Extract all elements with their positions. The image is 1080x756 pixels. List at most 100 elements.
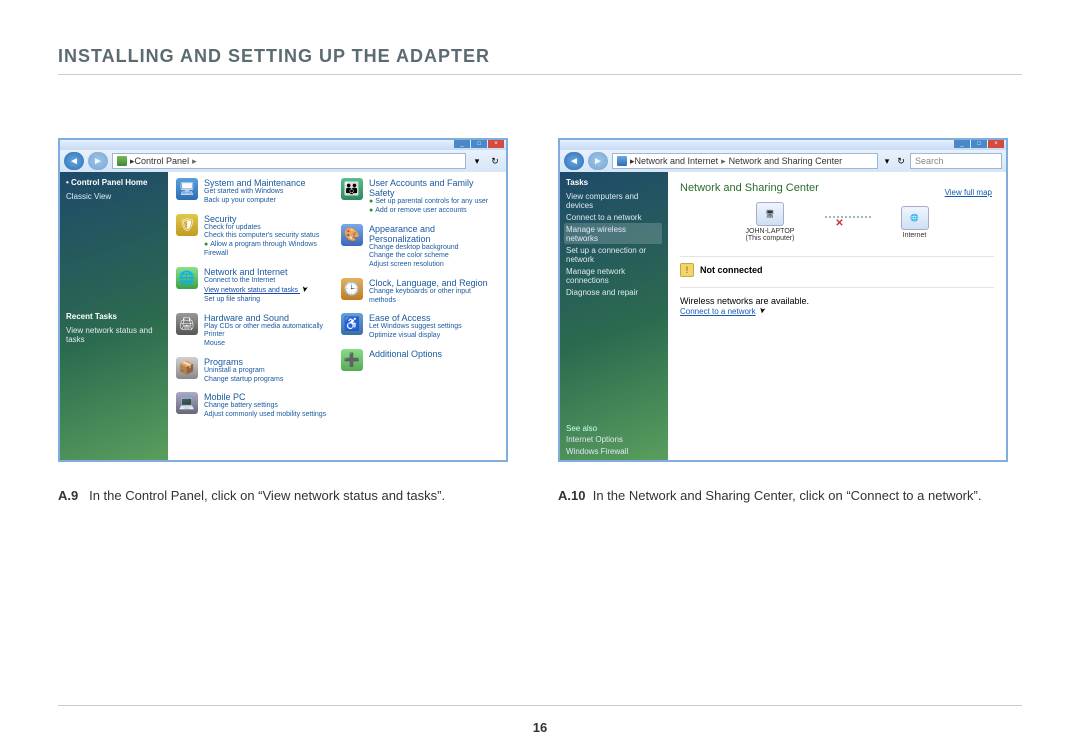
appearance-icon: 🎨 (341, 224, 363, 246)
sublink[interactable]: ●Allow a program through Windows Firewal… (204, 241, 333, 259)
sublink-view-network-status[interactable]: View network status and tasks (204, 285, 333, 296)
sublink[interactable]: ●Set up parental controls for any user (369, 198, 498, 207)
nsc-main-panel: Network and Sharing Center View full map… (668, 172, 1006, 460)
forward-button[interactable]: ► (588, 152, 608, 170)
sublink[interactable]: Mouse (204, 340, 333, 349)
sublink[interactable]: Let Windows suggest settings (369, 323, 498, 332)
minimize-button[interactable]: _ (454, 140, 470, 148)
screenshot-network-sharing-center: _ □ × ◄ ► ▸ Network and Internet ▸ Netwo… (558, 138, 1008, 462)
category-users[interactable]: User Accounts and Family Safety (369, 178, 498, 198)
diagram-link-broken: ✕ (825, 216, 871, 229)
category-ease[interactable]: Ease of Access (369, 313, 498, 323)
sublink[interactable]: Check for updates (204, 224, 333, 233)
sublink[interactable]: Change desktop background (369, 244, 498, 253)
node-label: JOHN-LAPTOP (745, 228, 794, 235)
breadcrumb[interactable]: ▸ Control Panel ▸ (112, 153, 466, 169)
sublink[interactable]: Adjust commonly used mobility settings (204, 411, 333, 420)
breadcrumb-item[interactable]: Control Panel (135, 156, 190, 166)
forward-button[interactable]: ► (88, 152, 108, 170)
view-full-map-link[interactable]: View full map (945, 188, 992, 197)
connection-status-row: ! Not connected (680, 256, 994, 283)
sublink[interactable]: Get started with Windows (204, 188, 333, 197)
sublink[interactable]: Change keyboards or other input methods (369, 288, 498, 306)
connect-to-network-link[interactable]: Connect to a network (680, 307, 756, 316)
breadcrumb-item[interactable]: Network and Internet (635, 156, 719, 166)
maximize-button[interactable]: □ (471, 140, 487, 148)
network-center-icon (617, 156, 627, 166)
additional-options-icon: ➕ (341, 349, 363, 371)
sublink[interactable]: Set up file sharing (204, 296, 333, 305)
divider-top (58, 74, 1022, 75)
category-network[interactable]: Network and Internet (204, 267, 333, 277)
user-accounts-icon: 👪 (341, 178, 363, 200)
breadcrumb[interactable]: ▸ Network and Internet ▸ Network and Sha… (612, 153, 878, 169)
cursor-icon (300, 285, 308, 295)
see-also-item[interactable]: Internet Options (566, 433, 662, 445)
sublink[interactable]: ●Add or remove user accounts (369, 207, 498, 216)
category-additional[interactable]: Additional Options (369, 349, 498, 359)
caption-a9: A.9 In the Control Panel, click on “View… (58, 488, 528, 505)
back-button[interactable]: ◄ (64, 152, 84, 170)
back-button[interactable]: ◄ (564, 152, 584, 170)
sublink[interactable]: Adjust screen resolution (369, 261, 498, 270)
sidebar-item[interactable]: View computers and devices (566, 190, 662, 211)
screenshot-control-panel: _ □ × ◄ ► ▸ Control Panel ▸ ▾ ↻ • Contro… (58, 138, 508, 462)
tasks-sidebar: Tasks View computers and devices Connect… (560, 172, 668, 460)
sublink[interactable]: Change battery settings (204, 402, 333, 411)
category-clock[interactable]: Clock, Language, and Region (369, 278, 498, 288)
minimize-button[interactable]: _ (954, 140, 970, 148)
caption-text: In the Control Panel, click on “View net… (89, 488, 445, 503)
sublink[interactable]: Change the color scheme (369, 252, 498, 261)
close-button[interactable]: × (488, 140, 504, 148)
node-internet: 🌐 Internet (901, 206, 929, 239)
sidebar-item[interactable]: Connect to a network (566, 211, 662, 223)
sidebar-home[interactable]: • Control Panel Home (66, 178, 162, 187)
cursor-icon (758, 307, 766, 317)
recent-task-item[interactable]: View network status and tasks (66, 324, 162, 345)
sublink[interactable]: Uninstall a program (204, 367, 333, 376)
step-tag: A.10 (558, 488, 585, 503)
window-titlebar: _ □ × (60, 140, 506, 150)
search-input[interactable]: Search (910, 153, 1002, 169)
category-system[interactable]: System and Maintenance (204, 178, 333, 188)
ease-of-access-icon: ♿ (341, 313, 363, 335)
close-button[interactable]: × (988, 140, 1004, 148)
node-this-computer: 🖥 JOHN-LAPTOP (This computer) (745, 202, 794, 242)
step-tag: A.9 (58, 488, 78, 503)
category-mobile[interactable]: Mobile PC (204, 392, 333, 402)
node-sublabel: (This computer) (745, 235, 794, 242)
programs-icon: 📦 (176, 357, 198, 379)
sublink[interactable]: Printer (204, 331, 333, 340)
clock-language-icon: 🕒 (341, 278, 363, 300)
category-hardware[interactable]: Hardware and Sound (204, 313, 333, 323)
sublink[interactable]: Back up your computer (204, 197, 333, 206)
maximize-button[interactable]: □ (971, 140, 987, 148)
category-security[interactable]: Security (204, 214, 333, 224)
category-programs[interactable]: Programs (204, 357, 333, 367)
address-bar: ◄ ► ▸ Control Panel ▸ ▾ ↻ (60, 150, 506, 172)
see-also-item[interactable]: Windows Firewall (566, 445, 662, 457)
network-internet-icon: 🌐 (176, 267, 198, 289)
mobile-pc-icon: 💻 (176, 392, 198, 414)
see-also-header: See also (566, 424, 662, 433)
status-text: Not connected (700, 265, 763, 275)
globe-icon: 🌐 (901, 206, 929, 230)
sidebar: • Control Panel Home Classic View Recent… (60, 172, 168, 460)
sidebar-item-manage-wireless[interactable]: Manage wireless networks (564, 223, 662, 244)
sidebar-item[interactable]: Manage network connections (566, 265, 662, 286)
sidebar-classic-view[interactable]: Classic View (66, 190, 162, 202)
caption-text: In the Network and Sharing Center, click… (593, 488, 982, 503)
hardware-sound-icon: 🖨 (176, 313, 198, 335)
sublink[interactable]: Change startup programs (204, 376, 333, 385)
sidebar-item[interactable]: Set up a connection or network (566, 244, 662, 265)
sublink[interactable]: Connect to the Internet (204, 277, 333, 286)
sublink[interactable]: Check this computer's security status (204, 232, 333, 241)
sidebar-item[interactable]: Diagnose and repair (566, 286, 662, 298)
breadcrumb-item[interactable]: Network and Sharing Center (729, 156, 843, 166)
sublink[interactable]: Optimize visual display (369, 332, 498, 341)
warning-icon: ! (680, 263, 694, 277)
control-panel-categories: 🖥 System and Maintenance Get started wit… (168, 172, 506, 460)
category-appearance[interactable]: Appearance and Personalization (369, 224, 498, 244)
control-panel-icon (117, 156, 127, 166)
sublink[interactable]: Play CDs or other media automatically (204, 323, 333, 332)
